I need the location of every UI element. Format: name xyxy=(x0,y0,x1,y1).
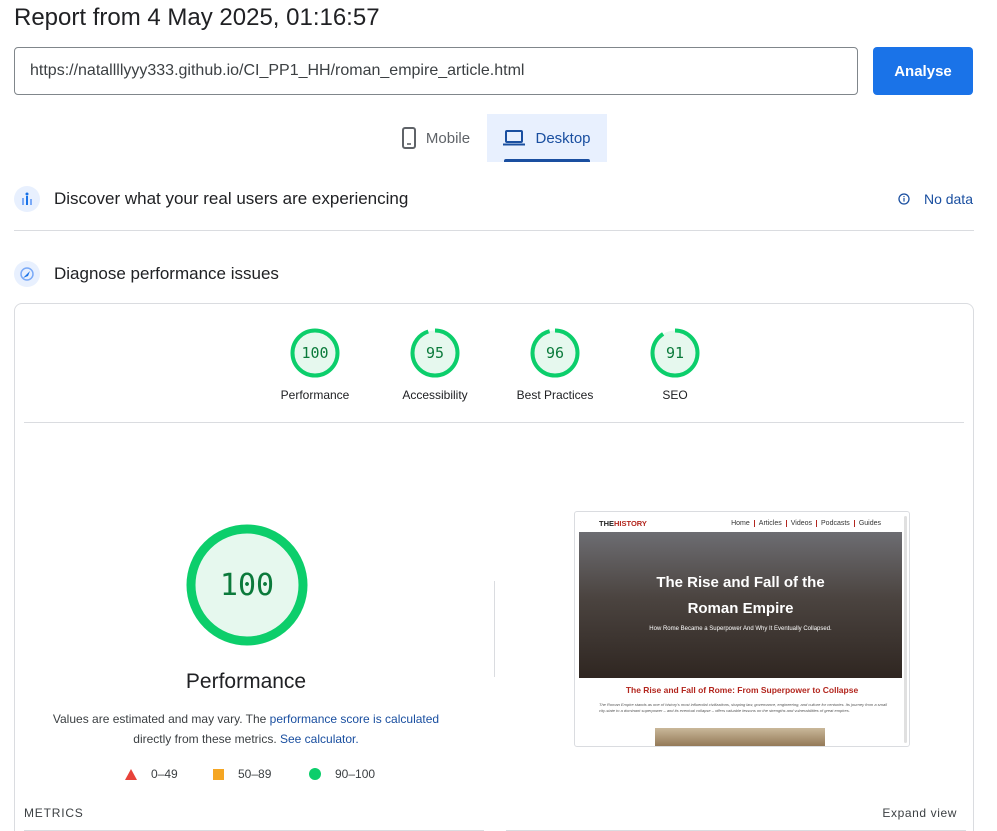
laptop-icon xyxy=(503,130,526,146)
analyse-button[interactable]: Analyse xyxy=(873,47,973,95)
score-value: 96 xyxy=(545,344,565,362)
screenshot-image xyxy=(655,728,825,746)
tab-mobile-label: Mobile xyxy=(425,129,471,147)
score-ring: 95 xyxy=(410,328,460,378)
score-calculated-link[interactable]: performance score is calculated xyxy=(270,712,439,726)
diagnose-title: Diagnose performance issues xyxy=(54,264,279,283)
legend-fail-range: 0–49 xyxy=(151,767,178,781)
no-data-status[interactable]: No data xyxy=(898,191,973,207)
note-mid: directly from these metrics. xyxy=(133,732,277,746)
lighthouse-icon xyxy=(14,261,40,287)
section-divider xyxy=(14,230,974,231)
legend-fail: 0–49 xyxy=(125,767,178,781)
screenshot-heading: The Rise and Fall of Rome: From Superpow… xyxy=(625,685,859,695)
screenshot-hero: The Rise and Fall of the Roman Empire Ho… xyxy=(579,532,902,678)
screenshot-nav-item: Articles xyxy=(753,519,786,527)
screenshot-body: The Roman Empire stands as one of histor… xyxy=(599,702,888,713)
card-divider xyxy=(24,422,964,423)
performance-title: Performance xyxy=(185,670,307,693)
tab-desktop[interactable]: Desktop xyxy=(487,114,607,162)
url-input[interactable] xyxy=(14,47,858,95)
users-chart-icon xyxy=(14,186,40,212)
metrics-label: METRICS xyxy=(24,806,84,820)
note-prefix: Values are estimated and may vary. The xyxy=(52,712,270,726)
screenshot-nav-item: Guides xyxy=(853,519,885,527)
screenshot-hero-subtitle: How Rome Became a Superpower And Why It … xyxy=(649,626,832,632)
performance-note: Values are estimated and may vary. The p… xyxy=(45,709,447,749)
triangle-icon xyxy=(125,768,137,780)
score-gauge-best-practices[interactable]: 96 Best Practices xyxy=(495,328,615,402)
main-score-value: 100 xyxy=(219,567,275,603)
score-gauge-accessibility[interactable]: 95 Accessibility xyxy=(375,328,495,402)
report-title: Report from 4 May 2025, 01:16:57 xyxy=(14,4,380,31)
screenshot-nav-item: Videos xyxy=(785,519,816,527)
screenshot-nav-links: Home Articles Videos Podcasts Guides xyxy=(727,519,885,527)
score-ring: 91 xyxy=(650,328,700,378)
score-label: Accessibility xyxy=(402,388,468,402)
no-data-label: No data xyxy=(923,191,973,207)
score-ring: 96 xyxy=(530,328,580,378)
screenshot-nav-item: Home xyxy=(731,519,750,527)
score-gauge-performance[interactable]: 100 Performance xyxy=(255,328,375,402)
score-value: 95 xyxy=(425,344,445,362)
vertical-divider xyxy=(494,581,495,677)
score-label: SEO xyxy=(662,388,688,402)
screenshot-nav: THEHISTORY Home Articles Videos Podcasts… xyxy=(575,512,909,534)
legend-pass-range: 90–100 xyxy=(335,767,376,781)
score-ring: 100 xyxy=(290,328,340,378)
legend-average-range: 50–89 xyxy=(238,767,272,781)
tab-mobile[interactable]: Mobile xyxy=(385,114,487,162)
score-value: 91 xyxy=(665,344,685,362)
screenshot-hero-title: The Rise and Fall of the Roman Empire xyxy=(656,574,825,617)
legend-pass: 90–100 xyxy=(309,767,375,781)
screenshot-scrollbar xyxy=(904,516,907,743)
phone-icon xyxy=(401,127,416,149)
circle-icon xyxy=(309,768,321,780)
screenshot-nav-item: Podcasts xyxy=(816,519,854,527)
screenshot-logo: THEHISTORY xyxy=(599,518,647,528)
legend-average: 50–89 xyxy=(213,767,271,781)
score-value: 100 xyxy=(301,344,329,362)
info-icon xyxy=(898,193,910,205)
tab-desktop-label: Desktop xyxy=(535,129,591,147)
diagnose-section: Diagnose performance issues xyxy=(14,261,973,287)
real-users-section: Discover what your real users are experi… xyxy=(14,186,973,212)
score-label: Best Practices xyxy=(516,388,594,402)
page-screenshot[interactable]: THEHISTORY Home Articles Videos Podcasts… xyxy=(574,511,910,747)
score-gauge-seo[interactable]: 91 SEO xyxy=(615,328,735,402)
square-icon xyxy=(213,768,224,780)
expand-view-button[interactable]: Expand view xyxy=(882,806,957,820)
performance-main-gauge: 100 xyxy=(186,524,308,646)
real-users-title: Discover what your real users are experi… xyxy=(54,189,409,208)
see-calculator-link[interactable]: See calculator. xyxy=(280,732,359,746)
score-label: Performance xyxy=(280,388,350,402)
report-card: 100 Performance 95 Accessibility 96 Best… xyxy=(14,303,974,831)
